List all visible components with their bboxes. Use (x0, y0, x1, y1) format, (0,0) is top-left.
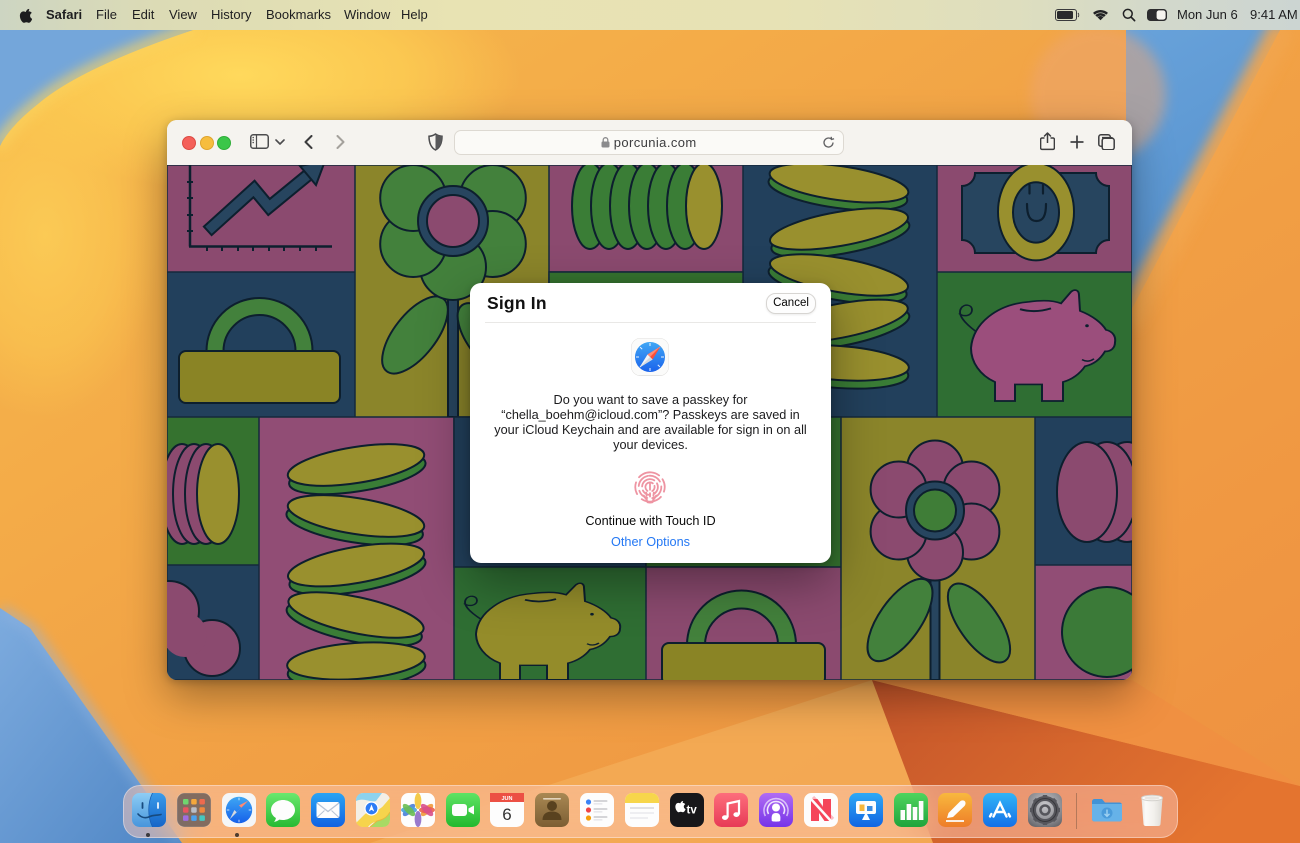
svg-text:tv: tv (686, 805, 697, 817)
svg-text:JUN: JUN (502, 796, 513, 802)
svg-text:6: 6 (503, 805, 512, 824)
